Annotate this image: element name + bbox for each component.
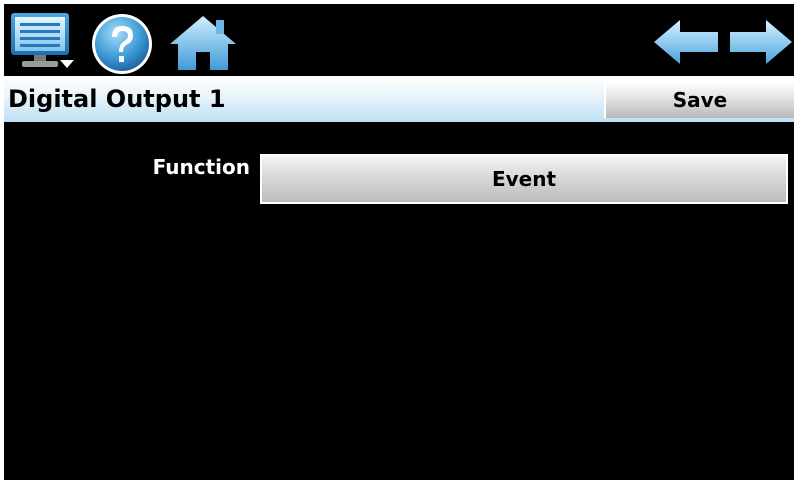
arrow-right-icon bbox=[730, 20, 792, 64]
function-select[interactable]: Event bbox=[260, 154, 788, 204]
menu-button[interactable] bbox=[10, 12, 76, 70]
title-bar: Digital Output 1 Save bbox=[4, 76, 794, 122]
back-button[interactable] bbox=[652, 18, 720, 66]
home-button[interactable] bbox=[168, 14, 238, 72]
home-icon bbox=[170, 16, 236, 70]
forward-button[interactable] bbox=[728, 18, 794, 66]
monitor-menu-icon bbox=[11, 13, 74, 68]
help-button[interactable] bbox=[90, 12, 154, 76]
function-label: Function bbox=[152, 155, 250, 179]
toolbar bbox=[4, 4, 794, 76]
help-icon bbox=[92, 14, 152, 74]
save-button[interactable]: Save bbox=[604, 80, 794, 118]
page-title: Digital Output 1 bbox=[8, 85, 226, 113]
screen: Digital Output 1 Save Function Event bbox=[4, 4, 794, 480]
arrow-left-icon bbox=[654, 20, 718, 64]
